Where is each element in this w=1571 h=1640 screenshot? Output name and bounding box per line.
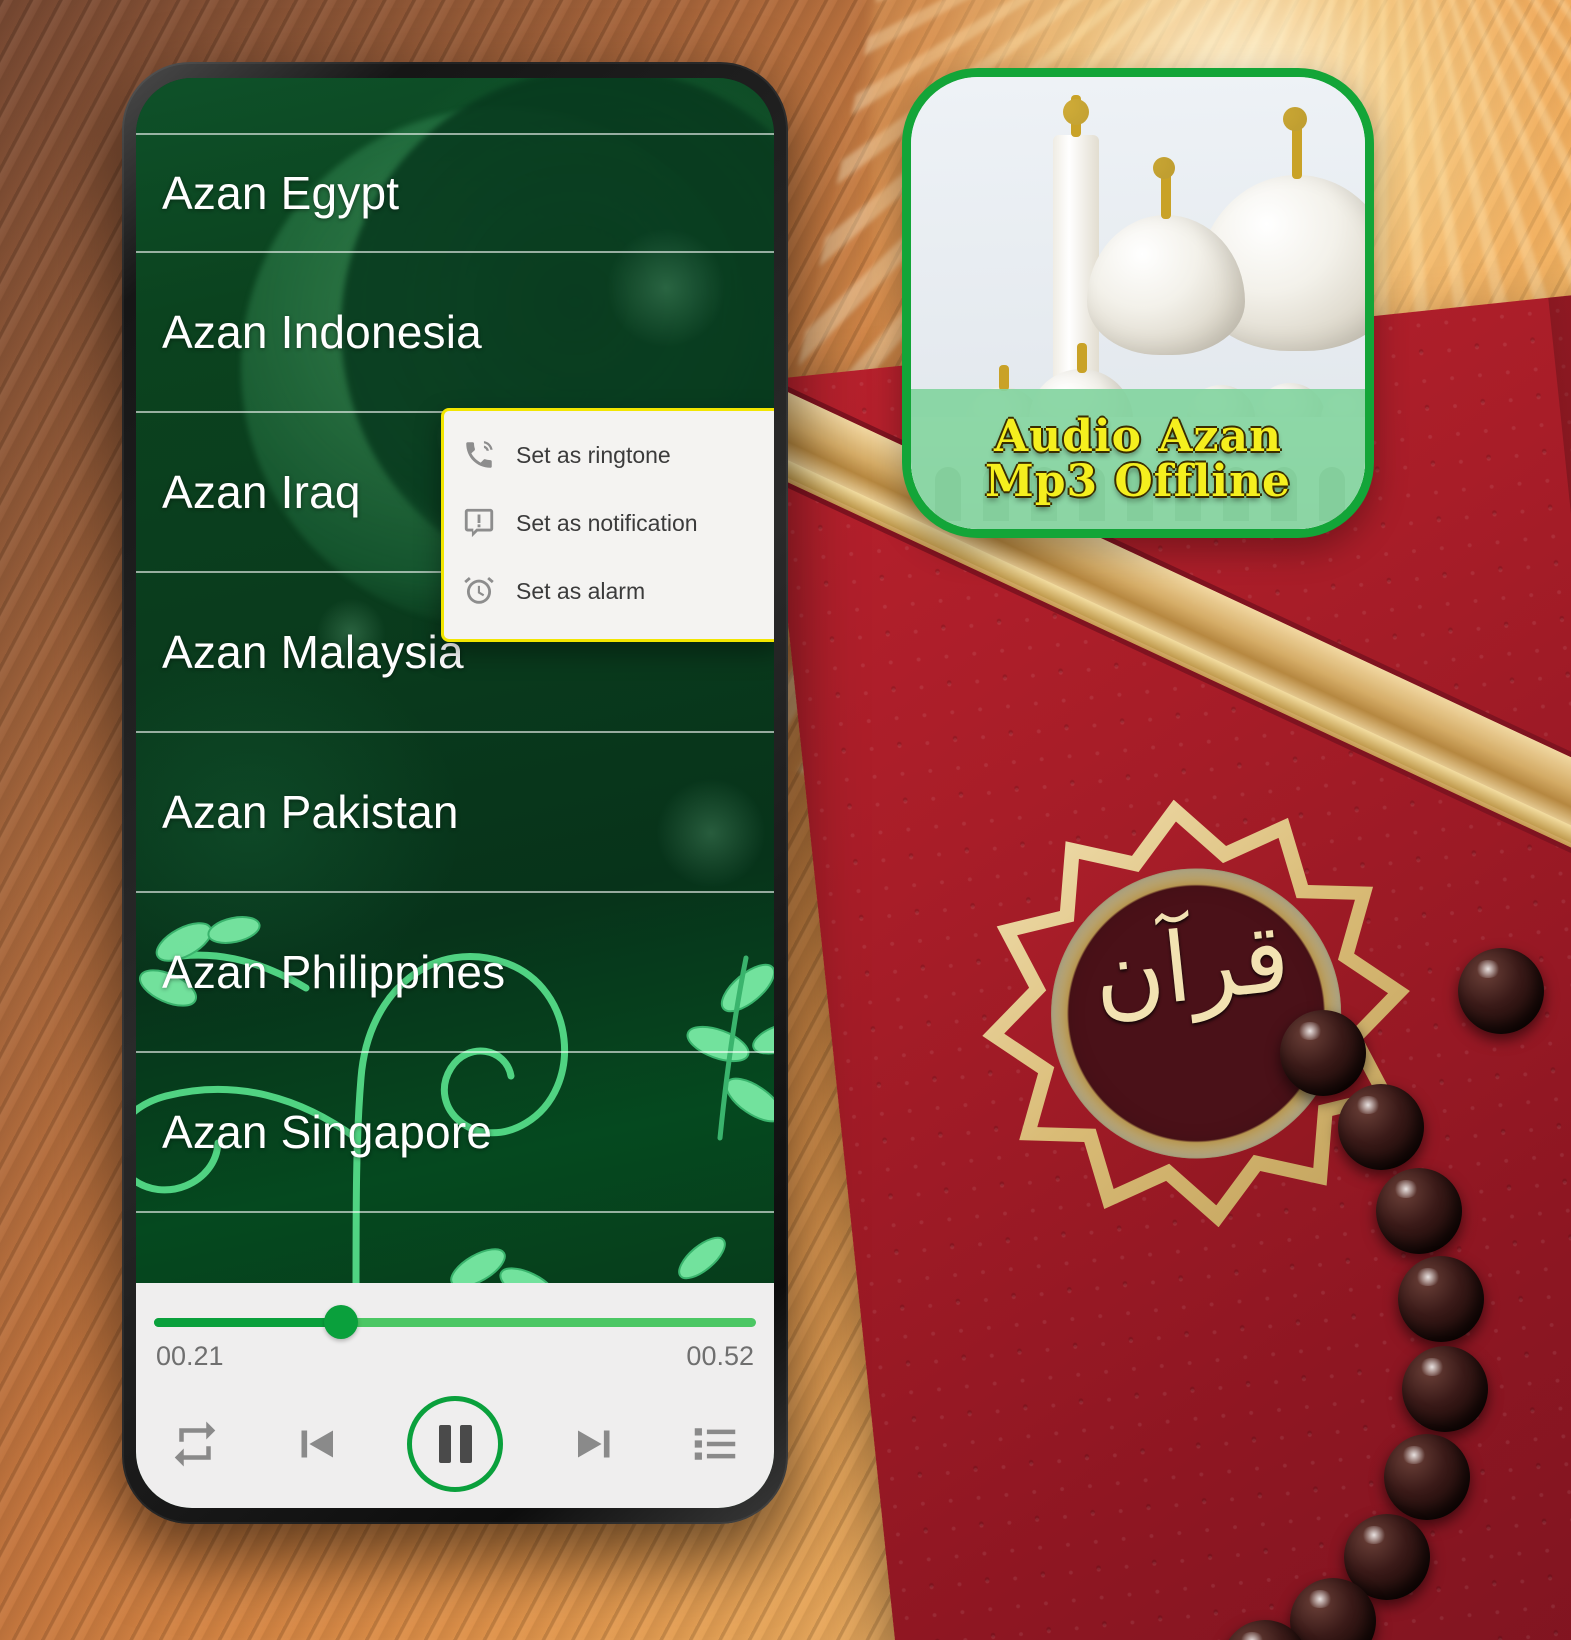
context-menu-item-set-as-ringtone[interactable]: Set as ringtone [444,421,774,489]
list-item-label: Azan Singapore [162,1106,493,1158]
context-menu: Set as ringtone Set as notification Set … [441,408,774,642]
list-item[interactable]: Azan Egypt [136,133,774,253]
seek-fill [154,1318,341,1327]
app-icon-badge: Audio Azan Mp3 Offline [902,68,1374,538]
next-track-icon[interactable] [569,1417,623,1471]
context-menu-item-set-as-notification[interactable]: Set as notification [444,489,774,557]
player-bar: 00.21 00.52 [136,1283,774,1508]
list-item[interactable]: Azan Singapore [136,1053,774,1213]
list-item-label: Azan Iraq [162,466,361,518]
app-icon-title-line2: Mp3 Offline [984,456,1291,507]
phone-ring-icon [462,438,496,472]
phone-screen: Azan Egypt Azan Indonesia Azan Iraq Azan… [136,78,774,1508]
seek-thumb[interactable] [323,1305,358,1339]
time-labels: 00.21 00.52 [136,1333,774,1372]
repeat-icon[interactable] [168,1417,222,1471]
list-item-label: Azan Indonesia [162,306,482,358]
screenshot-scene: قرآن Azan Egypt Azan Indonesia Azan Iraq… [0,0,1571,1640]
app-icon-caption: Audio Azan Mp3 Offline [911,389,1365,529]
phone-mockup: Azan Egypt Azan Indonesia Azan Iraq Azan… [122,62,788,1524]
azan-list: Azan Egypt Azan Indonesia Azan Iraq Azan… [136,78,774,1283]
pause-icon[interactable] [407,1396,503,1492]
quran-medallion: قرآن [960,777,1433,1250]
context-menu-item-label: Set as ringtone [516,441,671,468]
elapsed-time: 00.21 [156,1341,224,1371]
duration-time: 00.52 [686,1341,754,1371]
app-icon-title-line1: Audio Azan [994,410,1282,462]
context-menu-item-set-as-alarm[interactable]: Set as alarm [444,557,774,625]
list-item-label: Azan Egypt [162,167,400,219]
seek-bar[interactable] [154,1305,756,1339]
list-item-label: Azan Philippines [162,946,506,998]
list-item[interactable]: Azan Indonesia [136,253,774,413]
list-item[interactable]: Azan Pakistan [136,733,774,893]
player-controls [136,1372,774,1492]
notification-bubble-icon [462,506,496,540]
list-item[interactable]: Azan Philippines [136,893,774,1053]
list-item-label: Azan Pakistan [162,786,459,838]
context-menu-item-label: Set as notification [516,509,698,536]
previous-track-icon[interactable] [288,1417,342,1471]
playlist-icon[interactable] [688,1417,742,1471]
list-item-label: Azan Malaysia [162,626,464,678]
context-menu-item-label: Set as alarm [516,577,646,604]
alarm-clock-icon [462,574,496,608]
